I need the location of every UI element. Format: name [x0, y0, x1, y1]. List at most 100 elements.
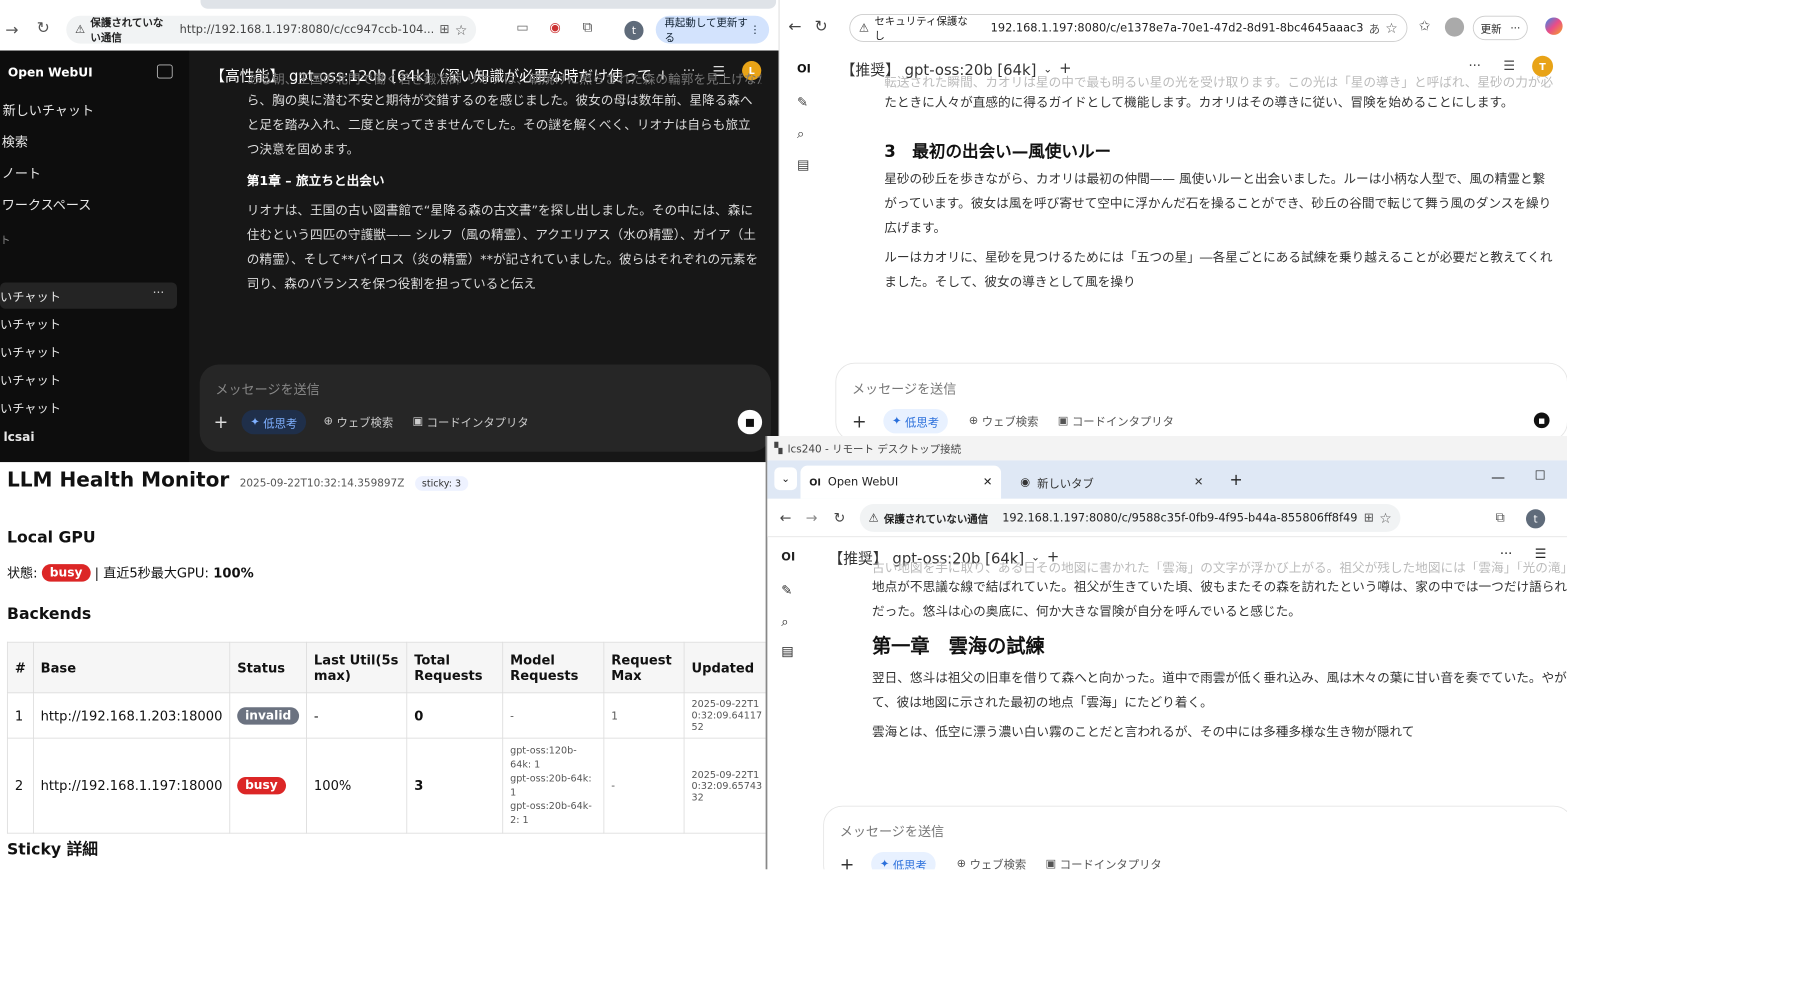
total-requests: 0 [406, 692, 504, 739]
star-icon[interactable]: ☆ [1379, 510, 1392, 527]
address-bar[interactable]: ⚠ セキュリティ保護なし 192.168.1.197:8080/c/e1378e… [849, 13, 1408, 42]
read-aloud-icon[interactable]: あ [1369, 20, 1380, 36]
attach-plus-icon[interactable]: + [214, 412, 229, 433]
notes-icon[interactable]: ▤ [797, 157, 809, 173]
more-options-icon[interactable]: ··· [1468, 58, 1480, 74]
update-button[interactable]: 更新 ··· [1472, 15, 1529, 41]
search-icon[interactable]: ⌕ [781, 614, 788, 630]
chat-item[interactable]: いチャット [0, 371, 61, 388]
back-icon[interactable]: ← [788, 17, 801, 35]
star-icon[interactable]: ☆ [455, 21, 468, 38]
table-row: 2 http://192.168.1.197:18000 busy 100% 3… [6, 737, 775, 834]
tab-strip [200, 0, 777, 9]
low-think-toggle[interactable]: ✦ 低思考 [871, 851, 936, 870]
translate-icon[interactable]: ⊞ [1364, 511, 1374, 525]
section-heading: Backends [6, 605, 92, 624]
forward-icon[interactable]: → [5, 21, 18, 39]
low-think-toggle[interactable]: ✦ 低思考 [241, 409, 307, 435]
chat-item[interactable]: いチャット [0, 288, 61, 305]
favorites-icon[interactable]: ✩ [1419, 17, 1431, 34]
extensions-icon[interactable]: ⧉ [582, 18, 592, 35]
forward-icon[interactable]: → [806, 509, 818, 526]
chat-area: OI ✎ ⌕ ▤ 【推奨】 gpt-oss:20b [64k] ⌄ + ··· … [780, 51, 1567, 442]
record-icon[interactable]: ◉ [549, 19, 560, 35]
sidebar-item-search[interactable]: 検索 [2, 133, 28, 151]
tab-search-icon[interactable]: ⌄ [774, 467, 798, 491]
search-icon[interactable]: ⌕ [797, 126, 804, 142]
menu-dots-icon[interactable]: ⋮ [750, 24, 760, 36]
faded-text: 転送された瞬間、カオリは星の中で最も明るい星の光を受け取ります。この光は「星の導… [884, 75, 1554, 90]
restart-update-button[interactable]: 再起動して更新する ⋮ [655, 15, 770, 44]
model-requests: gpt-oss:120b-64k: 1 gpt-oss:20b-64k: 1 g… [502, 737, 605, 834]
chapter-heading: 第一章 雲海の試練 [872, 635, 1045, 658]
sidebar-item-notes[interactable]: ノート [2, 164, 41, 182]
profile-avatar[interactable]: t [624, 20, 644, 41]
maximize-icon[interactable]: ☐ [1535, 469, 1546, 483]
attach-plus-icon[interactable]: + [840, 854, 855, 870]
more-options-icon[interactable]: ··· [1500, 546, 1512, 562]
minimize-icon[interactable]: — [1491, 469, 1505, 486]
section-label: ト [0, 233, 11, 246]
tab-new-tab[interactable]: ◉ 新しいタブ ✕ [1012, 466, 1213, 499]
tab-label: Open WebUI [827, 475, 899, 489]
address-bar[interactable]: ⚠ 保護されていない通信 http://192.168.1.197:8080/c… [66, 15, 477, 44]
notes-icon[interactable]: ▤ [781, 644, 793, 660]
stop-icon[interactable]: ■ [1533, 412, 1550, 429]
code-interpreter-toggle[interactable]: ▣ コードインタプリタ [1046, 855, 1162, 869]
attach-plus-icon[interactable]: + [852, 411, 867, 432]
translate-icon[interactable]: ⊞ [439, 23, 449, 37]
controls-icon[interactable]: ☰ [1535, 546, 1547, 562]
code-interpreter-label: コードインタプリタ [426, 416, 529, 430]
reload-icon[interactable]: ↻ [37, 19, 50, 37]
warning-icon: ⚠ [74, 23, 86, 37]
chat-more-icon[interactable]: ··· [153, 286, 165, 300]
web-search-label: ウェブ検索 [336, 416, 394, 430]
copilot-icon[interactable] [1545, 17, 1563, 35]
low-think-toggle[interactable]: ✦ 低思考 [883, 408, 948, 434]
profile-avatar[interactable] [1444, 17, 1465, 37]
sidebar-item-workspace[interactable]: ワークスペース [2, 195, 92, 213]
address-bar[interactable]: ⚠ 保護されていない通信 192.168.1.197:8080/c/9588c3… [859, 504, 1401, 532]
menu-dots-icon[interactable]: ··· [1510, 22, 1520, 34]
web-search-toggle[interactable]: ⊕ ウェブ検索 [957, 855, 1027, 869]
back-icon[interactable]: ← [780, 509, 792, 526]
code-interpreter-toggle[interactable]: ▣ コードインタプリタ [1058, 412, 1174, 429]
user-name[interactable]: lcsai [3, 431, 34, 445]
reload-icon[interactable]: ↻ [814, 17, 827, 35]
sidebar-toggle-icon[interactable] [156, 64, 173, 79]
profile-avatar[interactable]: t [1526, 509, 1546, 529]
message-input[interactable]: メッセージを送信 [215, 380, 319, 398]
message-input[interactable]: メッセージを送信 [852, 379, 956, 397]
sidebar-item-new-chat[interactable]: 新しいチャット [3, 101, 94, 119]
new-chat-icon[interactable]: ✎ [797, 94, 808, 110]
controls-icon[interactable]: ☰ [1503, 58, 1515, 74]
close-icon[interactable]: ✕ [983, 476, 993, 489]
remote-desktop-window: ▚ lcs240 - リモート デスクトップ接続 ⌄ OI Open WebUI… [765, 436, 1567, 870]
new-tab-icon[interactable]: + [1230, 471, 1243, 489]
status-cell: invalid [229, 692, 307, 739]
chapter-heading: 第1章 – 旅立ちと出会い [246, 174, 385, 189]
tab-open-webui[interactable]: OI Open WebUI ✕ [800, 465, 1002, 499]
chat-item[interactable]: いチャット [0, 344, 61, 361]
stop-icon[interactable]: ■ [737, 409, 763, 435]
restart-label: 再起動して更新する [664, 16, 748, 44]
chat-item[interactable]: いチャット [0, 399, 61, 416]
row-number: 1 [6, 692, 34, 739]
code-interpreter-label: コードインタプリタ [1071, 415, 1174, 430]
close-icon[interactable]: ✕ [1194, 476, 1204, 489]
reload-icon[interactable]: ↻ [834, 509, 846, 526]
app-name: Open WebUI [7, 66, 93, 81]
browser-toolbar: → ↻ ⚠ 保護されていない通信 http://192.168.1.197:80… [0, 0, 779, 51]
tab-strip: ⌄ OI Open WebUI ✕ ◉ 新しいタブ ✕ + — ☐ [767, 460, 1567, 499]
web-search-toggle[interactable]: ⊕ ウェブ検索 [324, 413, 394, 430]
chat-item[interactable]: いチャット [0, 316, 61, 333]
extensions-icon[interactable]: ⧉ [1495, 509, 1504, 525]
code-interpreter-toggle[interactable]: ▣ コードインタプリタ [412, 413, 528, 430]
user-avatar[interactable]: T [1532, 55, 1554, 77]
web-search-toggle[interactable]: ⊕ ウェブ検索 [969, 412, 1039, 429]
status-badge: busy [41, 563, 91, 582]
star-icon[interactable]: ☆ [1385, 20, 1398, 37]
message-input[interactable]: メッセージを送信 [840, 822, 944, 840]
new-chat-icon[interactable]: ✎ [781, 582, 792, 598]
cast-icon[interactable]: ▭ [516, 19, 528, 35]
